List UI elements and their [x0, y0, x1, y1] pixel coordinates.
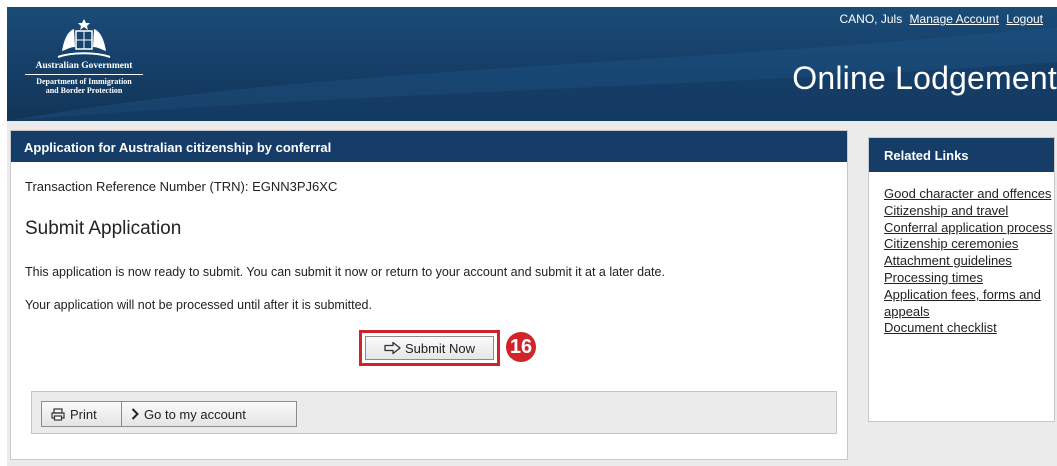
- gov-name: Australian Government: [35, 61, 133, 71]
- arrow-right-icon: [384, 341, 401, 355]
- related-links-list: Good character and offences Citizenship …: [869, 172, 1054, 337]
- dept-name-line1: Department of Immigration: [36, 77, 132, 86]
- link-ceremonies[interactable]: Citizenship ceremonies: [884, 236, 1018, 251]
- manage-account-link[interactable]: Manage Account: [910, 12, 999, 26]
- submit-highlight-box: Submit Now: [359, 330, 500, 366]
- logout-link[interactable]: Logout: [1006, 12, 1043, 26]
- print-icon: [51, 407, 65, 421]
- link-conferral-process[interactable]: Conferral application process: [884, 220, 1052, 235]
- list-item: Document checklist: [884, 320, 1054, 337]
- trn-text: Transaction Reference Number (TRN): EGNN…: [25, 179, 338, 194]
- logo-divider: [25, 74, 143, 75]
- related-links-panel: Related Links Good character and offence…: [868, 137, 1055, 422]
- link-citizenship-travel[interactable]: Citizenship and travel: [884, 203, 1008, 218]
- user-name: CANO, Juls: [839, 12, 903, 26]
- dept-name-line2: and Border Protection: [45, 86, 123, 95]
- link-document-checklist[interactable]: Document checklist: [884, 320, 997, 335]
- coat-of-arms-icon: [57, 19, 111, 58]
- application-panel-title: Application for Australian citizenship b…: [11, 131, 847, 162]
- action-bar: Print Go to my account: [31, 391, 837, 434]
- link-fees-forms-appeals[interactable]: Application fees, forms and appeals: [884, 287, 1041, 319]
- submit-instructions: This application is now ready to submit.…: [25, 265, 665, 279]
- step-number-badge: 16: [506, 332, 536, 362]
- processing-notice: Your application will not be processed u…: [25, 298, 372, 312]
- list-item: Application fees, forms and appeals: [884, 287, 1054, 321]
- go-to-account-label: Go to my account: [144, 406, 246, 422]
- user-bar: CANO, Juls Manage Account Logout: [840, 12, 1043, 26]
- submit-now-label: Submit Now: [404, 340, 476, 356]
- site-header: Australian Government Department of Immi…: [7, 7, 1057, 121]
- link-good-character[interactable]: Good character and offences: [884, 186, 1051, 201]
- list-item: Conferral application process: [884, 220, 1054, 237]
- link-attachment-guidelines[interactable]: Attachment guidelines: [884, 253, 1012, 268]
- go-to-account-button[interactable]: Go to my account: [121, 401, 297, 427]
- list-item: Citizenship and travel: [884, 203, 1054, 220]
- page-title: Online Lodgement: [792, 60, 1057, 96]
- print-button[interactable]: Print: [41, 401, 122, 427]
- chevron-right-icon: [131, 408, 139, 420]
- link-processing-times[interactable]: Processing times: [884, 270, 983, 285]
- print-label: Print: [70, 406, 97, 422]
- list-item: Citizenship ceremonies: [884, 236, 1054, 253]
- government-logo: Australian Government Department of Immi…: [19, 17, 149, 112]
- list-item: Processing times: [884, 270, 1054, 287]
- list-item: Good character and offences: [884, 186, 1054, 203]
- section-title: Submit Application: [25, 218, 182, 239]
- list-item: Attachment guidelines: [884, 253, 1054, 270]
- submit-now-button[interactable]: Submit Now: [365, 336, 494, 360]
- related-links-title: Related Links: [869, 138, 1054, 172]
- application-panel: Application for Australian citizenship b…: [10, 130, 848, 460]
